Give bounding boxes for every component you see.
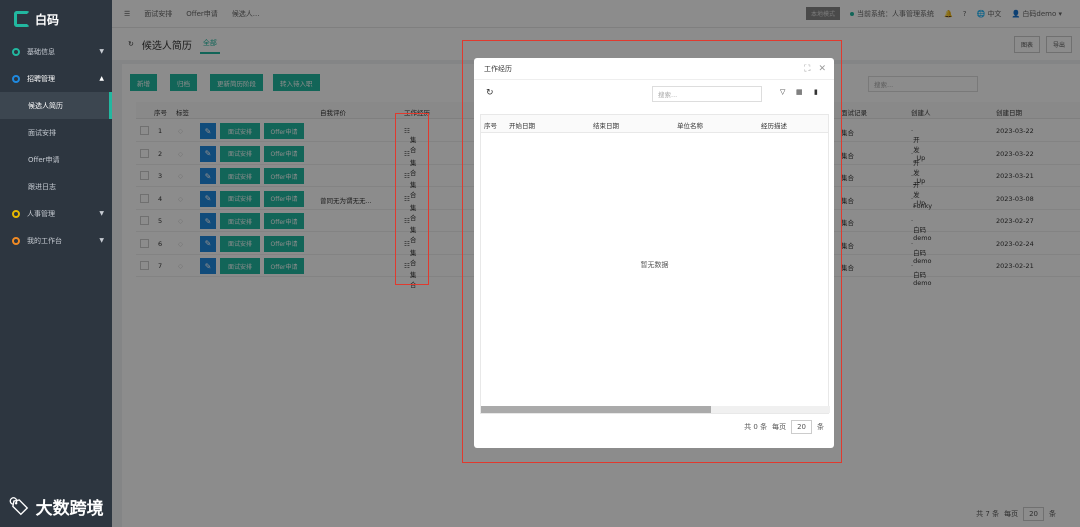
horizontal-scrollbar[interactable] [481, 406, 830, 413]
circle-icon [12, 74, 20, 83]
modal-title: 工作经历 [484, 64, 512, 73]
chevron-down-icon: ▼ [99, 48, 104, 55]
expand-icon[interactable]: ⛶ [804, 64, 810, 74]
sidebar-item-hr[interactable]: 人事管理 ▼ [0, 200, 112, 227]
col-header[interactable]: 单位名称 [677, 120, 703, 130]
modal-toolbar: ↻ 搜索... ▽ ▦ ▮ [474, 86, 834, 104]
circle-icon [12, 47, 20, 56]
col-header: 序号 [484, 122, 497, 130]
unit-label: 条 [817, 423, 824, 431]
chevron-down-icon: ▼ [99, 210, 104, 217]
col-header[interactable]: 结束日期 [593, 120, 619, 130]
app-logo: 白码 [0, 0, 112, 38]
app-title: 白码 [35, 12, 60, 27]
sidebar-item-label: 招聘管理 [27, 74, 55, 83]
sidebar-item-basic[interactable]: 基础信息 ▼ [0, 38, 112, 65]
modal-grid-header: 序号 开始日期 结束日期 单位名称 经历描述 [481, 115, 828, 133]
sidebar-item-label: 人事管理 [27, 209, 55, 218]
sidebar-sub-log[interactable]: 跟进日志 [0, 173, 112, 200]
watermark-text: 大数跨境 [35, 499, 104, 519]
sidebar-item-recruit[interactable]: 招聘管理 ▲ [0, 65, 112, 92]
chart-icon[interactable]: ▮ [814, 88, 818, 96]
modal-search-input[interactable]: 搜索... [652, 86, 762, 102]
circle-icon [12, 236, 20, 245]
qrcode-icon[interactable]: ▦ [796, 88, 803, 96]
modal-grid: 序号 开始日期 结束日期 单位名称 经历描述 暂无数据 [480, 114, 830, 414]
watermark-logo-icon: 🏷 [8, 496, 30, 517]
total-count: 共 0 条 [744, 423, 768, 431]
modal-header: 工作经历 ⛶ ✕ [474, 58, 834, 80]
col-header[interactable]: 开始日期 [509, 120, 535, 130]
refresh-icon[interactable]: ↻ [486, 88, 494, 98]
scroll-thumb[interactable] [481, 406, 711, 413]
watermark: 🏷 大数跨境 [8, 494, 104, 520]
empty-state: 暂无数据 [640, 261, 669, 269]
per-page-label: 每页 [772, 423, 787, 431]
work-history-modal: 工作经历 ⛶ ✕ ↻ 搜索... ▽ ▦ ▮ 序号 开始日期 结束日期 单位名称 经… [474, 58, 834, 448]
col-header[interactable]: 经历描述 [761, 120, 787, 130]
chevron-up-icon: ▲ [99, 75, 104, 82]
modal-pagination: 共 0 条每页 20 条 [744, 420, 824, 434]
filter-icon[interactable]: ▽ [780, 88, 785, 96]
sidebar-sub-resume[interactable]: 候选人简历 [0, 92, 112, 119]
sidebar-item-workspace[interactable]: 我的工作台 ▼ [0, 227, 112, 254]
sidebar-sub-interview[interactable]: 面试安排 [0, 119, 112, 146]
close-icon[interactable]: ✕ [818, 64, 826, 74]
sidebar-item-label: 基础信息 [27, 47, 55, 56]
chevron-down-icon: ▼ [99, 237, 104, 244]
page-size-select[interactable]: 20 [791, 420, 812, 434]
circle-icon [12, 209, 20, 218]
sidebar-sub-offer[interactable]: Offer申请 [0, 146, 112, 173]
logo-icon [14, 11, 30, 27]
sidebar: 白码 基础信息 ▼ 招聘管理 ▲ 候选人简历 面试安排 Offer申请 跟进日志 人… [0, 0, 112, 527]
sidebar-item-label: 我的工作台 [27, 236, 62, 245]
highlight-box [395, 113, 429, 285]
